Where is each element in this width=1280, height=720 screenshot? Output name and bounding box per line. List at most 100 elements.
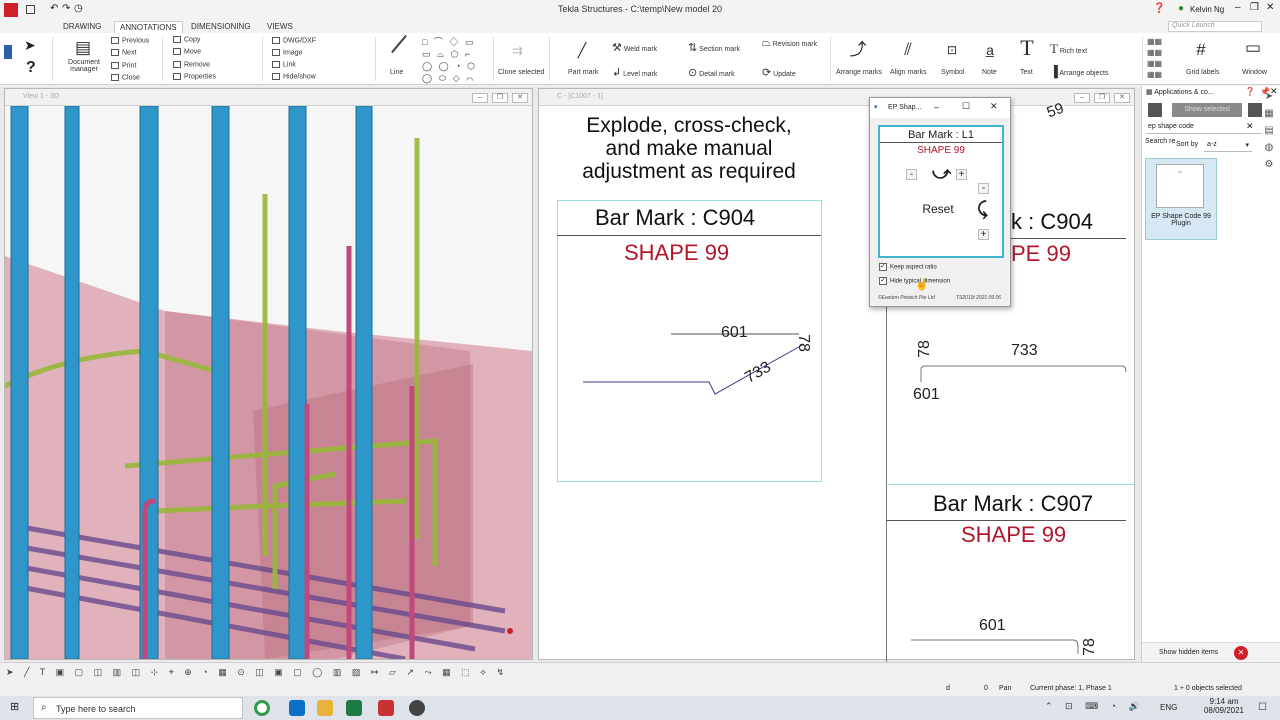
notifications-icon[interactable]: ☐	[1258, 702, 1267, 713]
help-icon[interactable]: ❓	[1153, 3, 1165, 14]
link-button[interactable]: Link	[272, 61, 296, 68]
text-button[interactable]: Text	[1020, 69, 1033, 76]
close-button[interactable]: ✕	[1266, 2, 1274, 13]
line-label[interactable]: Line	[390, 69, 403, 76]
restore-button[interactable]: ❐	[1250, 2, 1259, 13]
hidden-items-close-icon[interactable]: ✕	[1234, 646, 1248, 660]
language-indicator[interactable]: ENG	[1160, 703, 1177, 712]
clock[interactable]: 9:14 am 08/09/2021	[1203, 697, 1245, 715]
ep-shape-dialog[interactable]: ▾ EP Shap... – ☐ ✕ Bar Mark : L1 SHAPE 9…	[869, 97, 1011, 307]
side-list-icon[interactable]: ▤	[1260, 122, 1278, 139]
show-hidden-items-button[interactable]: Show hidden items	[1159, 649, 1218, 656]
folder-icon[interactable]	[317, 700, 333, 716]
menu-icon[interactable]	[4, 45, 12, 59]
restore-icon[interactable]: ❐	[492, 93, 508, 103]
dialog-close-button[interactable]: ✕	[990, 101, 998, 112]
model-3d-render[interactable]	[5, 106, 532, 659]
apps-help-icon[interactable]: ❓	[1245, 87, 1255, 96]
close-icon[interactable]: ✕	[1114, 93, 1130, 103]
reset-button[interactable]: Reset	[914, 202, 962, 218]
print-button[interactable]: Print	[111, 62, 136, 69]
close-icon[interactable]: ✕	[512, 93, 528, 103]
apps-grid-view-icon[interactable]	[1148, 103, 1162, 117]
minimize-icon[interactable]: –	[1074, 93, 1090, 103]
move-button[interactable]: Move	[173, 48, 201, 55]
shrink-height-button[interactable]: -	[978, 183, 989, 194]
note-button[interactable]: Note	[982, 69, 997, 76]
remove-button[interactable]: Remove	[173, 61, 210, 68]
copy-button[interactable]: Copy	[173, 36, 200, 43]
dialog-maximize-button[interactable]: ☐	[962, 101, 970, 112]
taskbar-search[interactable]: ⌕ Type here to search	[33, 697, 243, 719]
view-3d-window[interactable]: View 1 - 3D – ❐ ✕	[4, 88, 533, 660]
shrink-width-button[interactable]: -	[906, 169, 917, 180]
clone-selected-button[interactable]: Clone selected	[498, 69, 544, 76]
revision-mark-button[interactable]: ⏢ Revision mark	[762, 37, 822, 50]
next-button[interactable]: Next	[111, 49, 136, 56]
grid-labels-button[interactable]: Grid labels	[1186, 69, 1219, 76]
help-query-icon[interactable]: ?	[26, 59, 36, 77]
layer-tools-icon[interactable]: ▦▦ ▦▦ ▦▦ ▦▦	[1147, 36, 1162, 80]
apps-search-input[interactable]: ep shape code	[1146, 121, 1262, 134]
tab-views[interactable]: VIEWS	[262, 21, 298, 32]
level-mark-label: Level mark	[623, 71, 658, 78]
properties-button[interactable]: Properties	[173, 73, 216, 80]
minimize-icon[interactable]: –	[472, 93, 488, 103]
hide-show-button[interactable]: Hide/show	[272, 73, 316, 80]
select-arrow-icon[interactable]: ➤	[24, 37, 36, 54]
level-mark-button[interactable]: ↲ Level mark	[612, 66, 657, 79]
shape-tools-icon[interactable]: □ ⌒ ◇ ▭ ▭ ⌓ ⬠ ⌐ ◯ ◯ ◔ ⬡ ◯ ⬭ ◇ ⌒	[422, 36, 492, 83]
tab-annotations[interactable]: ANNOTATIONS	[114, 21, 183, 33]
excel-icon[interactable]	[346, 700, 362, 716]
dwg-dxf-button[interactable]: DWG/DXF	[272, 37, 316, 44]
side-gear-icon[interactable]: ⚙	[1260, 156, 1278, 173]
snap-toolbar[interactable]: ➤ ╱ T ▣ ▢ ◫ ▥ ◫ ⊹ ⌖ ⊕ ◔ ▦ ⊙ ◫ ▣ ▢ ◯ ▥ ▨ …	[6, 667, 504, 680]
side-globe-icon[interactable]: ◍	[1260, 139, 1278, 156]
drawing-window[interactable]: C - [C1007 - 1] – ❐ ✕ Explode, cross-check…	[538, 88, 1136, 664]
tekla-taskbar-icon[interactable]	[378, 700, 394, 716]
sort-select[interactable]: a-z ▾	[1204, 140, 1252, 152]
app-taskbar-icon[interactable]	[409, 700, 425, 716]
update-button[interactable]: ⟳ Update	[762, 66, 796, 79]
minimize-button[interactable]: –	[1235, 2, 1241, 13]
side-grid-icon[interactable]: ▦	[1260, 105, 1278, 122]
restore-icon[interactable]: ❐	[1094, 93, 1110, 103]
tab-drawing[interactable]: DRAWING	[58, 21, 106, 32]
instruction-line-1: Explode, cross-check,	[586, 114, 792, 137]
rich-text-button[interactable]: T Rich text	[1050, 41, 1087, 57]
explorer-icon[interactable]	[289, 700, 305, 716]
side-arrow-icon[interactable]: ➤	[1260, 88, 1278, 105]
detail-mark-button[interactable]: ⊙ Detail mark	[688, 66, 735, 79]
tab-dimensioning[interactable]: DIMENSIONING	[186, 21, 256, 32]
arrange-marks-button[interactable]: Arrange marks	[836, 69, 882, 76]
window-button[interactable]: Window	[1242, 69, 1267, 76]
arrange-objects-button[interactable]: ▐ Arrange objects	[1050, 66, 1108, 78]
system-tray-icons[interactable]: ⌃ ⊡ ⌨ ◔ 🔊	[1045, 701, 1145, 712]
weld-mark-button[interactable]: ⚒ Weld mark	[612, 41, 657, 54]
chrome-icon[interactable]	[254, 700, 270, 716]
windows-start-icon[interactable]: ⊞	[10, 702, 22, 714]
plugin-tile[interactable]: ▭ EP Shape Code 99 Plugin	[1145, 158, 1217, 240]
dialog-minimize-button[interactable]: –	[934, 102, 939, 112]
show-selected-button[interactable]: Show selected	[1172, 103, 1242, 117]
user-icon[interactable]: ●	[1178, 3, 1184, 14]
previous-button[interactable]: Previous	[111, 37, 149, 44]
user-name[interactable]: Kelvin Ng	[1190, 5, 1224, 14]
grow-width-button[interactable]: +	[956, 169, 967, 180]
drawing-canvas[interactable]: Explode, cross-check, and make manual ad…	[539, 100, 1136, 664]
line-tool-icon[interactable]	[391, 34, 407, 54]
grow-height-button[interactable]: +	[978, 229, 989, 240]
clock-time: 9:14 am	[1209, 697, 1239, 706]
box3-dim-78: 78	[1080, 638, 1098, 656]
close-drawing-button[interactable]: Close	[111, 74, 140, 81]
document-manager-button[interactable]: Document manager	[64, 59, 104, 73]
clear-search-icon[interactable]: ✕	[1246, 121, 1254, 132]
quick-launch-input[interactable]: Quick Launch	[1168, 21, 1262, 32]
keep-aspect-checkbox[interactable]: ✓ Keep aspect ratio	[879, 263, 937, 271]
part-mark-button[interactable]: Part mark	[568, 69, 598, 76]
previous-icon	[111, 37, 119, 44]
align-marks-button[interactable]: Align marks	[890, 69, 927, 76]
image-button[interactable]: Image	[272, 49, 302, 56]
section-mark-button[interactable]: ⇅ Section mark	[688, 41, 740, 54]
symbol-button[interactable]: Symbol	[941, 69, 964, 76]
